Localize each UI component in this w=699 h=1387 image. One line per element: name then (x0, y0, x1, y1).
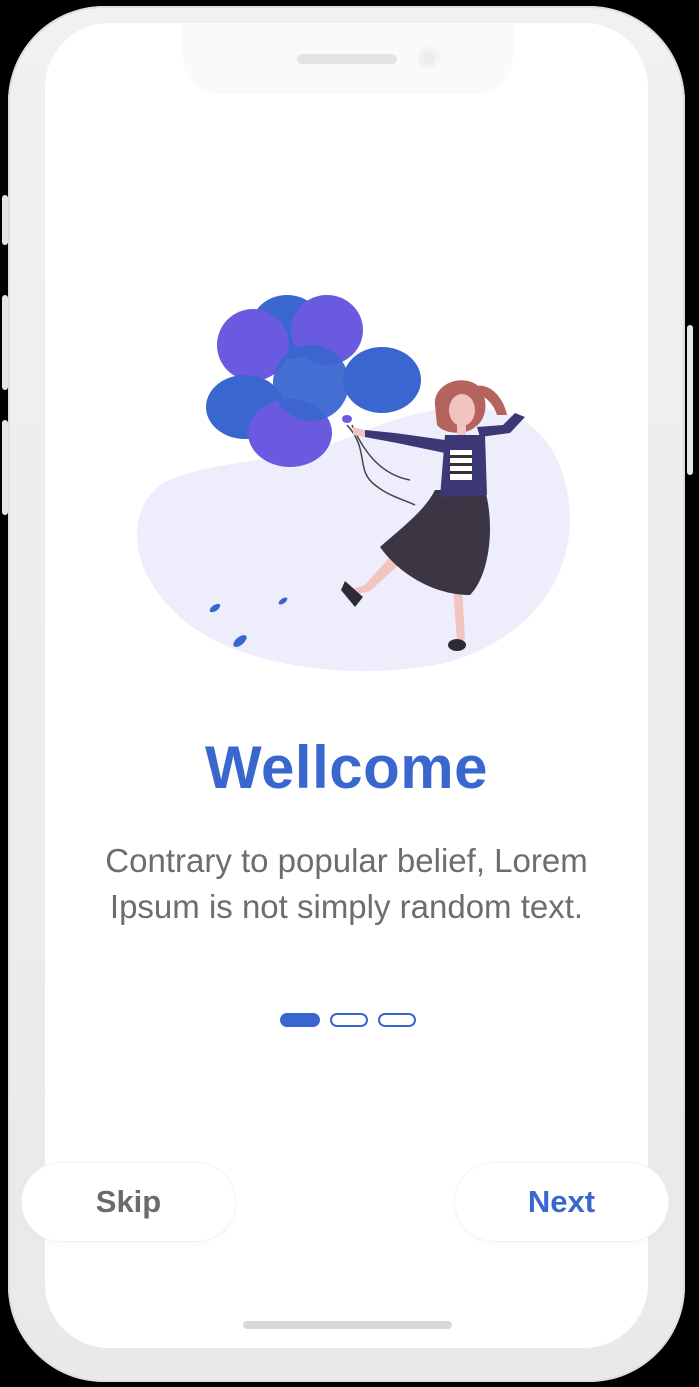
onboarding-description: Contrary to popular belief, Lorem Ipsum … (105, 842, 588, 925)
skip-button[interactable]: Skip (22, 1163, 235, 1241)
page-indicator (280, 1013, 416, 1027)
phone-power-button (687, 325, 693, 475)
page-dot-1-active[interactable] (280, 1013, 320, 1027)
onboarding-illustration (136, 295, 570, 672)
next-button[interactable]: Next (455, 1163, 668, 1241)
page-dot-2[interactable] (330, 1013, 368, 1027)
balloon-icon (343, 347, 421, 413)
phone-volume-up-button (2, 295, 8, 390)
front-camera (418, 47, 440, 69)
page-dot-3[interactable] (378, 1013, 416, 1027)
phone-volume-down-button (2, 420, 8, 515)
background-blob (136, 407, 570, 672)
speaker-grille (297, 54, 397, 64)
balloon-icon (273, 345, 349, 421)
onboarding-title: Wellcome (205, 734, 488, 801)
phone-side-button (2, 195, 8, 245)
screen (45, 23, 648, 1348)
home-indicator[interactable] (243, 1321, 452, 1329)
